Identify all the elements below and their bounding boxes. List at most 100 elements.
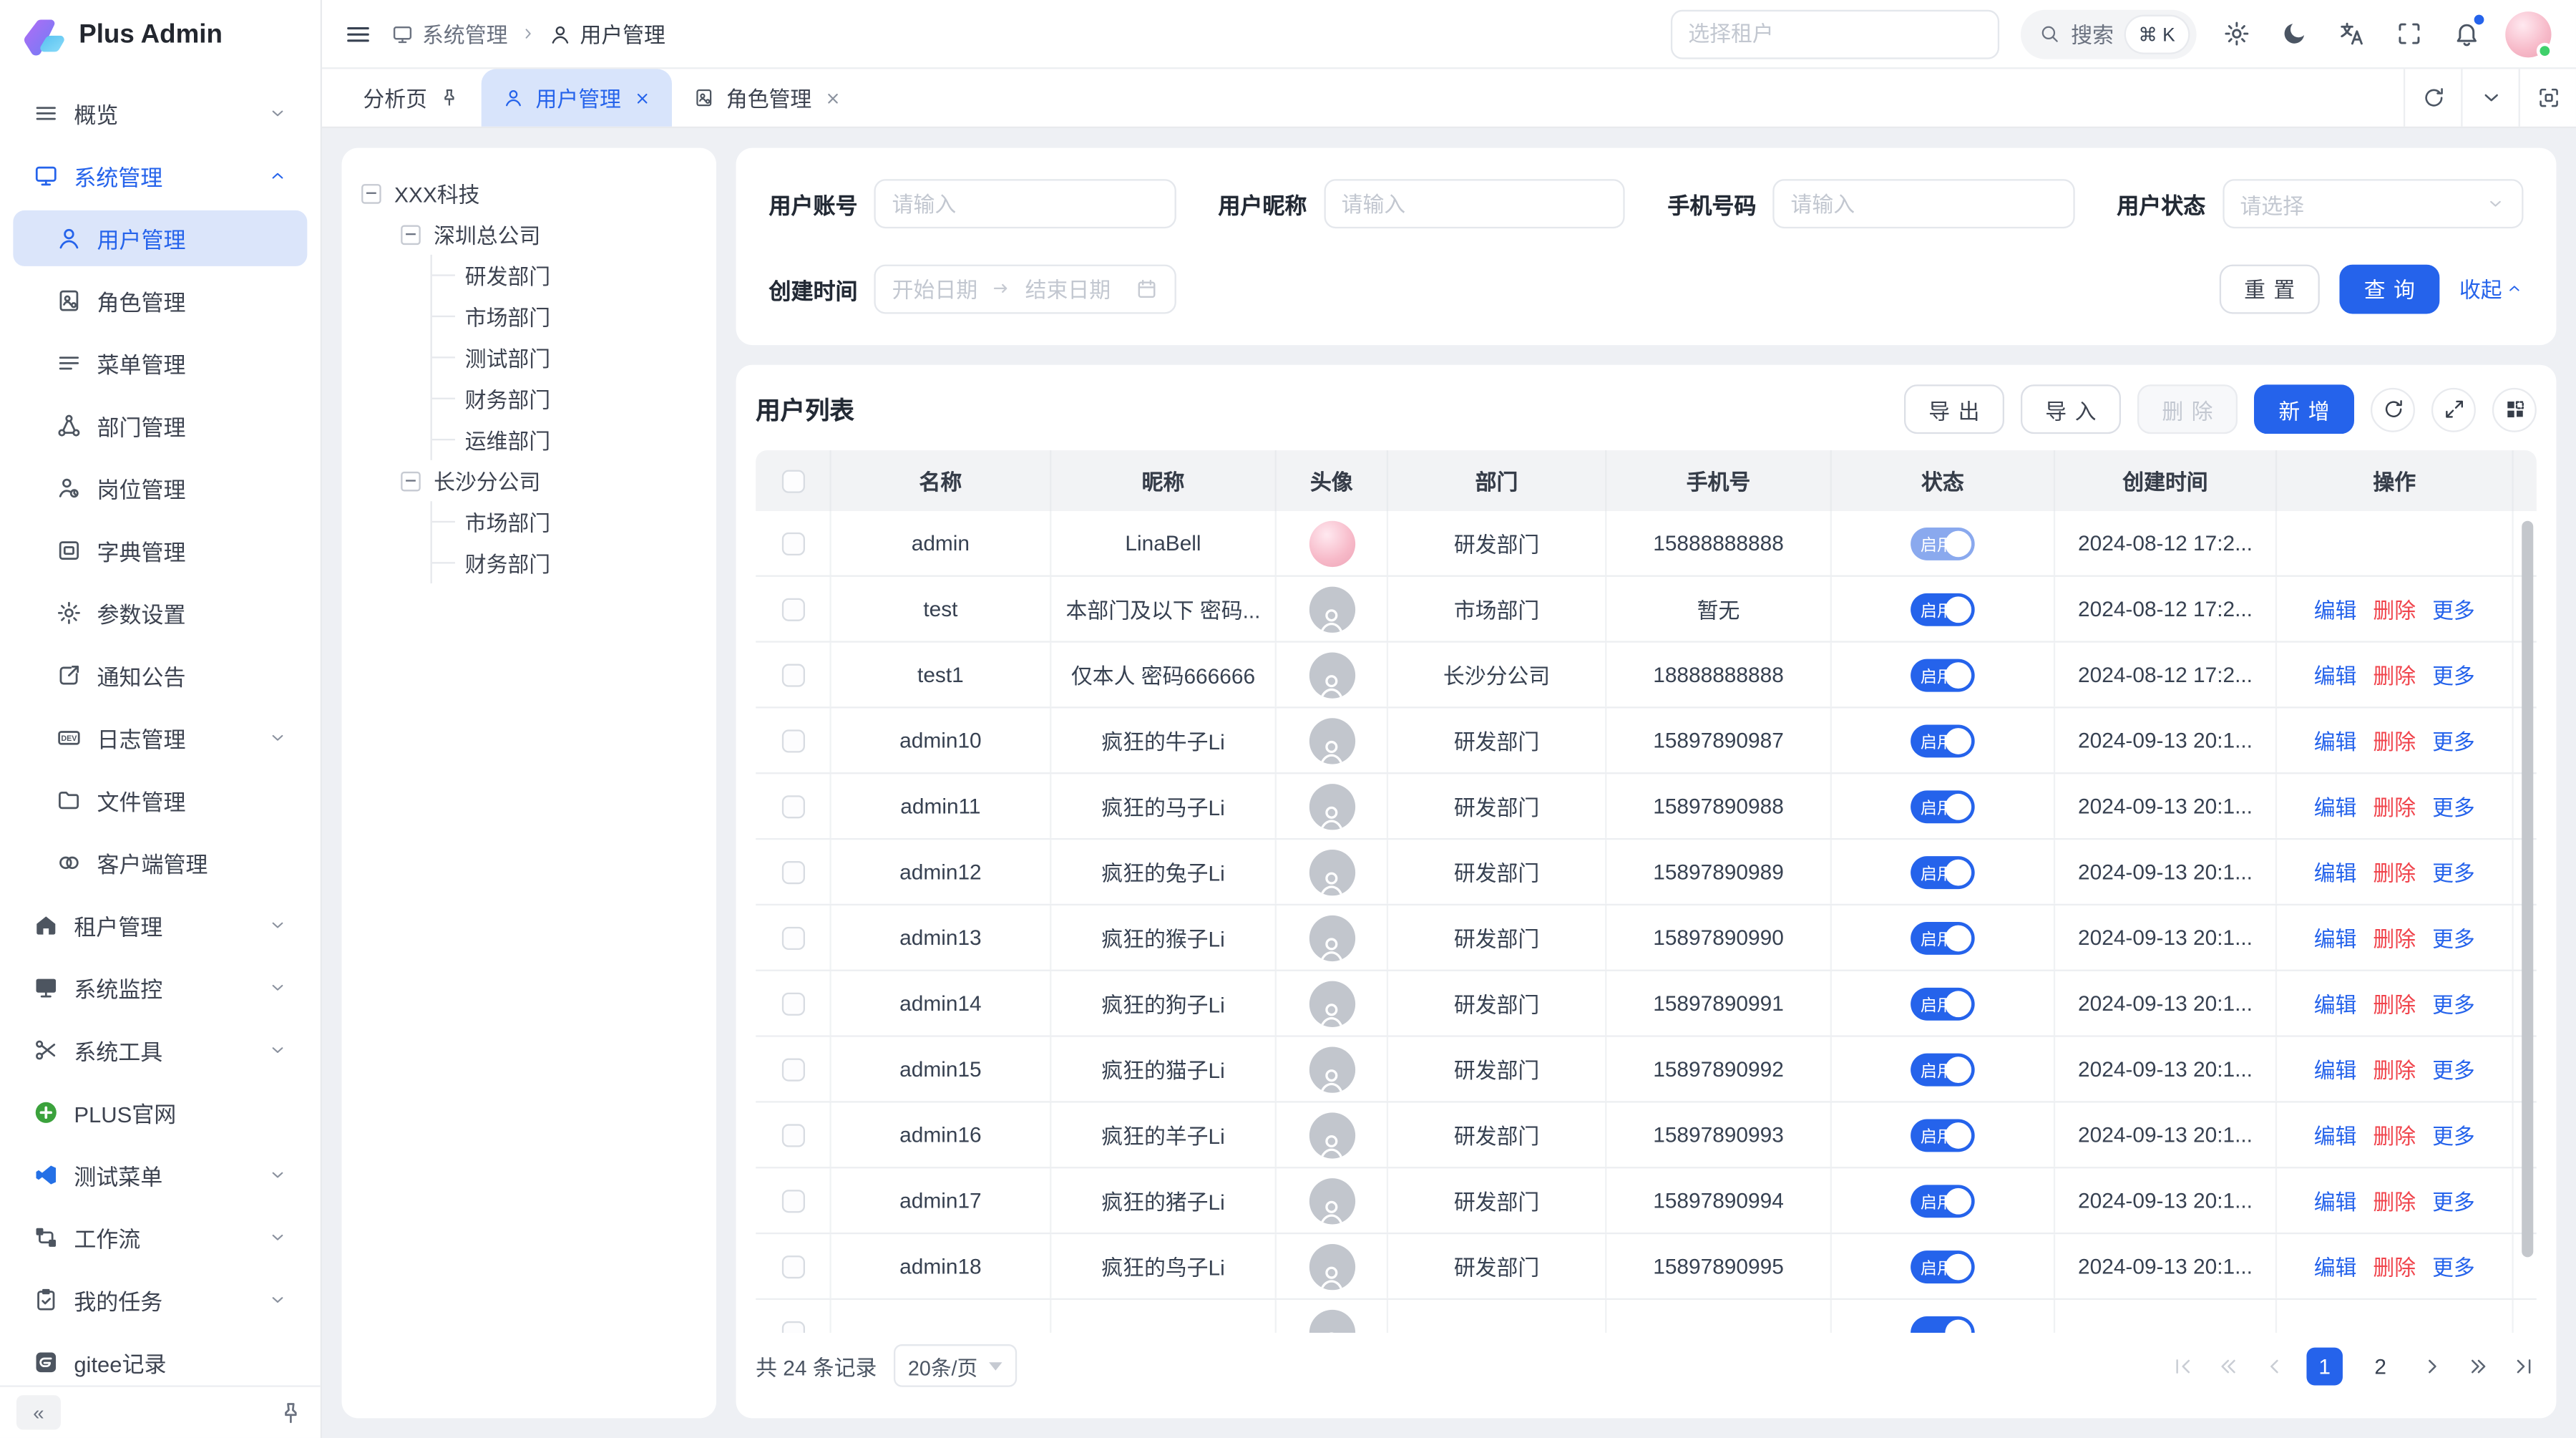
tree-node-dept[interactable]: 测试部门 — [432, 337, 697, 378]
delete-link[interactable]: 删除 — [2373, 1119, 2416, 1151]
status-toggle[interactable]: 启用 — [1911, 527, 1975, 560]
sidebar-item-gitee[interactable]: gitee记录 — [13, 1334, 307, 1390]
tree-node-dept[interactable]: 运维部门 — [432, 419, 697, 460]
row-checkbox[interactable] — [781, 1123, 804, 1146]
tree-node-shenzhen[interactable]: 深圳总公司 — [401, 213, 696, 254]
sidebar-item-plus-site[interactable]: PLUS官网 — [13, 1084, 307, 1140]
refresh-table-button[interactable] — [2371, 387, 2415, 432]
more-link[interactable]: 更多 — [2432, 1119, 2475, 1151]
avatar[interactable] — [2505, 11, 2551, 57]
settings-button[interactable] — [2218, 16, 2254, 52]
tree-node-root[interactable]: XXX科技 — [361, 173, 696, 213]
phone-input[interactable] — [1772, 180, 2074, 229]
content-fullscreen-button[interactable] — [2519, 69, 2576, 126]
fullscreen-button[interactable] — [2391, 16, 2427, 52]
edit-link[interactable]: 编辑 — [2314, 790, 2357, 822]
edit-link[interactable]: 编辑 — [2314, 1119, 2357, 1151]
edit-link[interactable]: 编辑 — [2314, 988, 2357, 1019]
next-group-button[interactable] — [2464, 1353, 2491, 1379]
more-link[interactable]: 更多 — [2432, 1250, 2475, 1282]
row-checkbox[interactable] — [781, 795, 804, 817]
tenant-select-input[interactable] — [1670, 9, 1999, 59]
row-checkbox[interactable] — [781, 729, 804, 752]
delete-link[interactable]: 删除 — [2373, 1250, 2416, 1282]
sidebar-item-post-mgmt[interactable]: 岗位管理 — [13, 460, 307, 516]
delete-link[interactable]: 删除 — [2373, 1185, 2416, 1216]
expand-table-button[interactable] — [2431, 387, 2476, 432]
sidebar-item-sys-tools[interactable]: 系统工具 — [13, 1022, 307, 1078]
status-toggle[interactable]: 启用 — [1911, 1250, 1975, 1283]
status-select[interactable]: 请选择 — [2222, 180, 2523, 229]
more-link[interactable]: 更多 — [2432, 790, 2475, 822]
sidebar-item-role-mgmt[interactable]: 角色管理 — [13, 273, 307, 329]
edit-link[interactable]: 编辑 — [2314, 1185, 2357, 1216]
prev-group-button[interactable] — [2215, 1353, 2241, 1379]
sidebar-item-sys-monitor[interactable]: 系统监控 — [13, 960, 307, 1016]
delete-button[interactable]: 删除 — [2137, 384, 2238, 434]
sidebar-item-notice[interactable]: 通知公告 — [13, 648, 307, 704]
delete-link[interactable]: 删除 — [2373, 922, 2416, 953]
sidebar-item-menu-mgmt[interactable]: 菜单管理 — [13, 335, 307, 391]
more-link[interactable]: 更多 — [2432, 659, 2475, 691]
tree-collapse-icon[interactable] — [401, 471, 421, 491]
row-checkbox[interactable] — [781, 1057, 804, 1080]
row-checkbox[interactable] — [781, 992, 804, 1015]
status-toggle[interactable]: 启用 — [1911, 1118, 1975, 1151]
sidebar-item-overview[interactable]: 概览 — [13, 85, 307, 141]
status-toggle[interactable]: 启用 — [1911, 593, 1975, 626]
next-page-button[interactable] — [2419, 1353, 2445, 1379]
delete-link[interactable]: 删除 — [2373, 593, 2416, 625]
more-link[interactable]: 更多 — [2432, 988, 2475, 1019]
delete-link[interactable]: 删除 — [2373, 790, 2416, 822]
sidebar-item-tenant-mgmt[interactable]: 租户管理 — [13, 898, 307, 953]
close-icon[interactable] — [825, 89, 841, 106]
tab-menu-button[interactable] — [2461, 69, 2518, 126]
status-toggle[interactable]: 启用 — [1911, 987, 1975, 1020]
notifications-button[interactable] — [2448, 16, 2484, 52]
sidebar-item-system[interactable]: 系统管理 — [13, 148, 307, 204]
edit-link[interactable]: 编辑 — [2314, 856, 2357, 888]
date-range-picker[interactable]: 开始日期 结束日期 — [874, 264, 1175, 314]
row-checkbox[interactable] — [781, 532, 804, 555]
tree-collapse-icon[interactable] — [401, 224, 421, 244]
sidebar-item-user-mgmt[interactable]: 用户管理 — [13, 210, 307, 266]
delete-link[interactable]: 删除 — [2373, 856, 2416, 888]
tree-node-dept[interactable]: 财务部门 — [432, 378, 697, 419]
last-page-button[interactable] — [2510, 1353, 2537, 1379]
row-checkbox[interactable] — [781, 1321, 804, 1333]
edit-link[interactable]: 编辑 — [2314, 724, 2357, 756]
more-link[interactable]: 更多 — [2432, 724, 2475, 756]
nickname-input[interactable] — [1323, 180, 1624, 229]
sidebar-item-test-menu[interactable]: 测试菜单 — [13, 1147, 307, 1203]
pin-icon[interactable] — [439, 87, 460, 109]
row-checkbox[interactable] — [781, 926, 804, 949]
sidebar-item-workflow[interactable]: 工作流 — [13, 1210, 307, 1265]
edit-link[interactable]: 编辑 — [2314, 1054, 2357, 1085]
row-checkbox[interactable] — [781, 1189, 804, 1212]
row-checkbox[interactable] — [781, 663, 804, 686]
tab-user-mgmt[interactable]: 用户管理 — [482, 69, 672, 126]
breadcrumb-parent[interactable]: 系统管理 — [391, 18, 507, 49]
edit-link[interactable]: 编辑 — [2314, 1250, 2357, 1282]
row-checkbox[interactable] — [781, 860, 804, 883]
status-toggle[interactable]: 启用 — [1911, 1184, 1975, 1217]
more-link[interactable]: 更多 — [2432, 922, 2475, 953]
select-all-checkbox[interactable] — [781, 469, 804, 492]
sidebar-item-log-mgmt[interactable]: 日志管理 — [13, 710, 307, 766]
dark-mode-button[interactable] — [2275, 16, 2312, 52]
status-toggle[interactable]: 启用 — [1911, 659, 1975, 691]
close-icon[interactable] — [634, 89, 650, 106]
status-toggle[interactable]: 启用 — [1911, 921, 1975, 954]
sidebar-item-params[interactable]: 参数设置 — [13, 585, 307, 641]
table-scrollbar[interactable] — [2522, 521, 2533, 1258]
add-button[interactable]: 新增 — [2254, 384, 2354, 434]
first-page-button[interactable] — [2169, 1353, 2195, 1379]
more-link[interactable]: 更多 — [2432, 1054, 2475, 1085]
more-link[interactable]: 更多 — [2432, 1185, 2475, 1216]
delete-link[interactable]: 删除 — [2373, 724, 2416, 756]
refresh-tab-button[interactable] — [2404, 69, 2461, 126]
edit-link[interactable]: 编辑 — [2314, 593, 2357, 625]
status-toggle[interactable] — [1911, 1316, 1975, 1333]
language-button[interactable] — [2333, 16, 2369, 52]
edit-link[interactable]: 编辑 — [2314, 922, 2357, 953]
